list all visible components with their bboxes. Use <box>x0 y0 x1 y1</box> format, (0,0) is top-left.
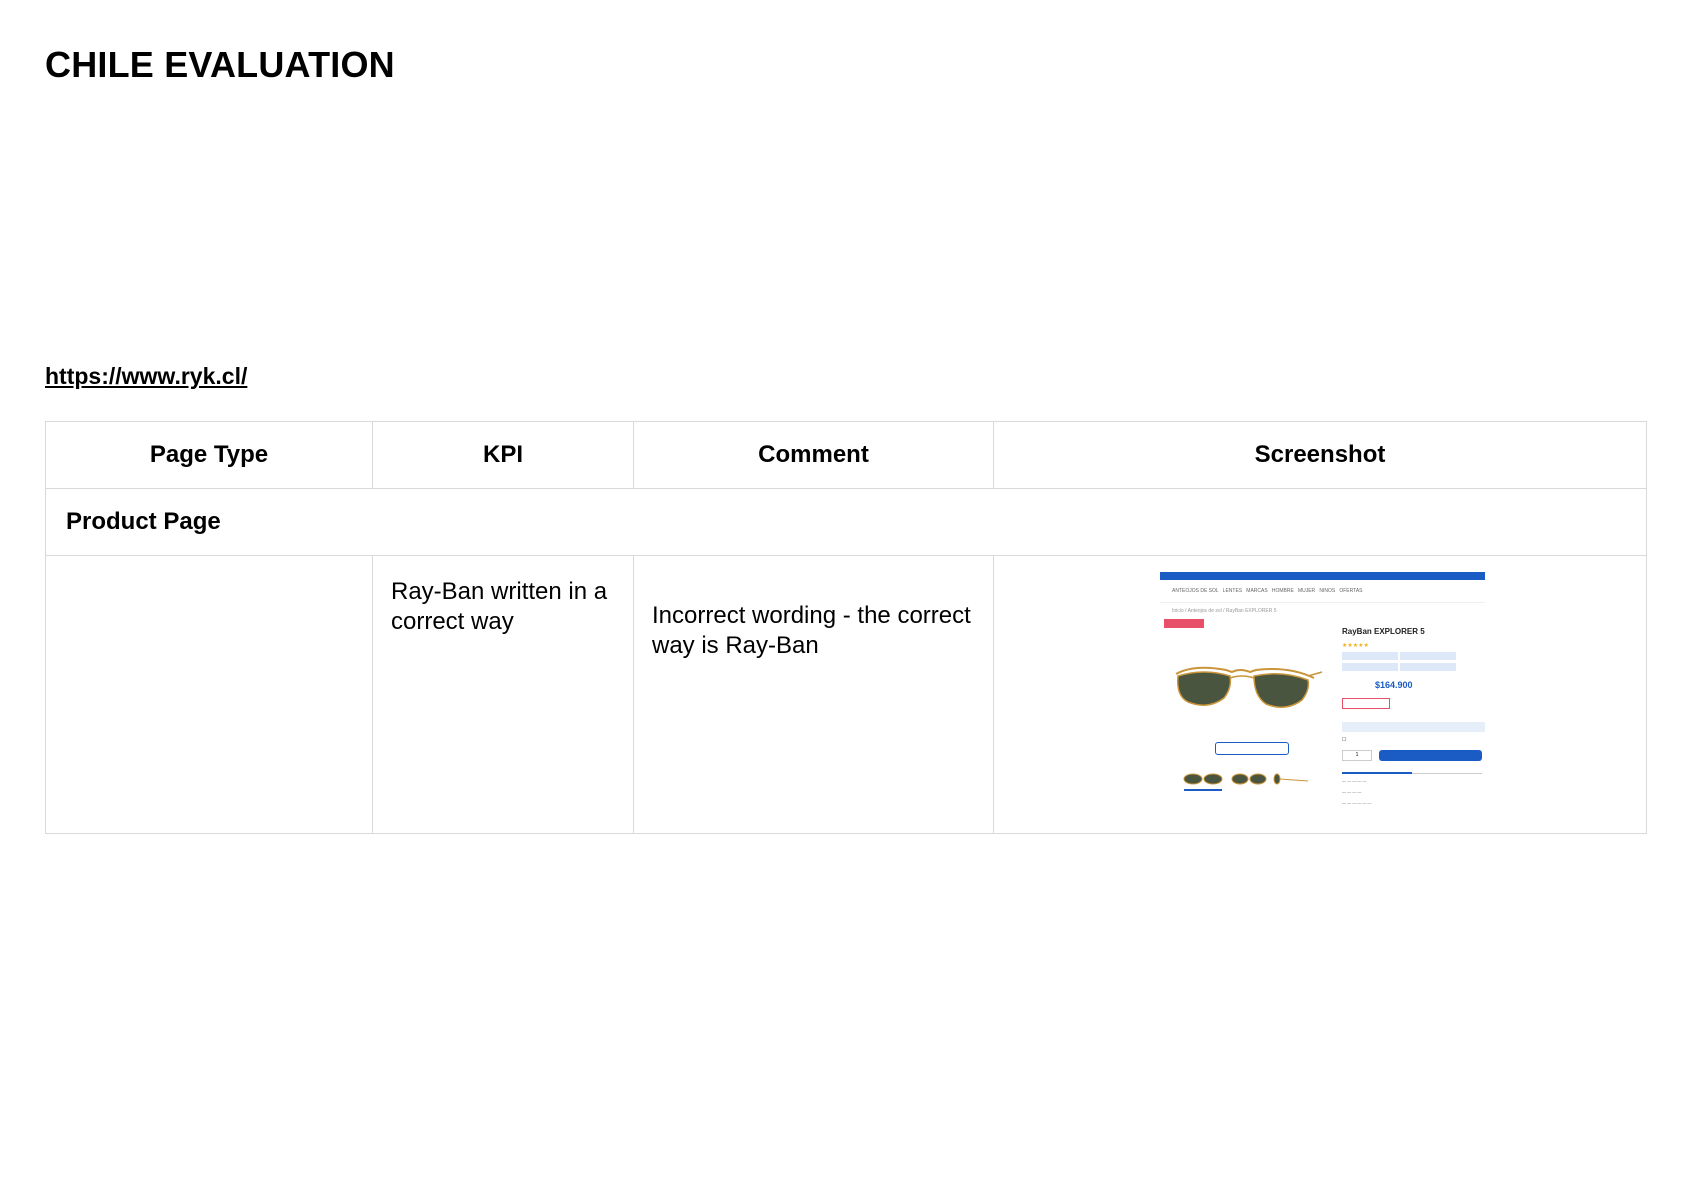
evaluation-table: Page Type KPI Comment Screenshot Product… <box>45 421 1647 834</box>
comment-text: Incorrect wording - the correct way is R… <box>652 602 971 659</box>
thumbnail-1[interactable] <box>1182 772 1224 786</box>
kpi-cell: Ray-Ban written in a correct way <box>372 555 634 834</box>
product-price: $164.900 <box>1375 680 1413 690</box>
kpi-text: Ray-Ban written in a correct way <box>391 578 608 635</box>
thumbnail-2[interactable] <box>1230 772 1268 786</box>
header-comment: Comment <box>633 421 994 489</box>
section-row: Product Page <box>45 488 1647 556</box>
header-kpi: KPI <box>372 421 634 489</box>
table-header-row: Page Type KPI Comment Screenshot <box>45 421 1647 489</box>
thumbnail-3[interactable] <box>1272 772 1310 786</box>
header-page-type: Page Type <box>45 421 373 489</box>
add-to-cart-button[interactable] <box>1379 750 1482 761</box>
screenshot-cell: ANTEOJOS DE SOL LENTES MARCAS HOMBRE MUJ… <box>993 555 1647 834</box>
site-link[interactable]: https://www.ryk.cl/ <box>45 363 247 390</box>
product-title: RayBan EXPLORER 5 <box>1342 627 1425 636</box>
table-row: Ray-Ban written in a correct way Incorre… <box>45 555 1647 834</box>
section-label: Product Page <box>45 488 1647 556</box>
product-page-screenshot: ANTEOJOS DE SOL LENTES MARCAS HOMBRE MUJ… <box>1160 572 1485 812</box>
document-title: CHILE EVALUATION <box>45 44 395 85</box>
comment-cell: Incorrect wording - the correct way is R… <box>633 555 994 834</box>
try-on-button[interactable] <box>1215 742 1289 755</box>
page-type-cell <box>45 555 373 834</box>
header-screenshot: Screenshot <box>993 421 1647 489</box>
sunglasses-image <box>1175 666 1323 708</box>
